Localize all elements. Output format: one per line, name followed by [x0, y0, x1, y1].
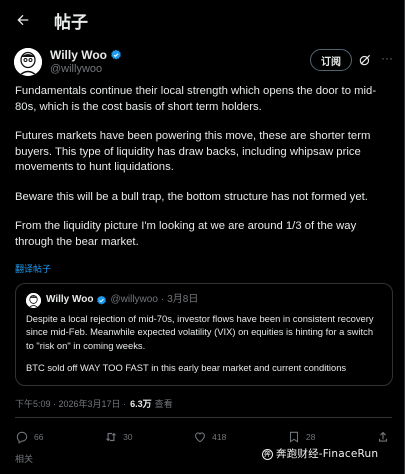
- quoted-author-handle: @willywoo: [110, 294, 158, 305]
- separator-dot: ·: [160, 294, 165, 305]
- post-timestamp[interactable]: 下午5:09 · 2026年3月17日 ·: [15, 397, 126, 410]
- avatar[interactable]: [14, 48, 42, 76]
- quoted-author-name: Willy Woo: [46, 294, 94, 305]
- divider: [15, 417, 392, 418]
- post-text: Fundamentals continue their local streng…: [15, 84, 393, 250]
- quoted-paragraph: BTC sold off WAY TOO FAST in this early …: [26, 362, 347, 374]
- bookmark-count: 28: [305, 432, 316, 442]
- like-button[interactable]: 418: [193, 430, 226, 444]
- author-names: Willy Woo @willywoo: [50, 48, 122, 76]
- author-name-line: Willy Woo: [50, 48, 122, 62]
- reply-button[interactable]: 66: [15, 430, 43, 444]
- watermark: 奔奔跑财经-FinaceRun: [262, 446, 378, 461]
- subscribe-button[interactable]: 订阅: [310, 49, 352, 71]
- avatar-face-icon: [26, 292, 41, 308]
- quoted-paragraph: Despite a local rejection of mid-70s, in…: [26, 313, 374, 351]
- page-header: 帖子: [0, 0, 404, 40]
- reply-count: 66: [34, 432, 44, 442]
- reply-icon: [16, 431, 28, 444]
- author-name[interactable]: Willy Woo: [50, 48, 107, 62]
- heart-icon: [195, 432, 206, 443]
- view-count: 6.3万: [130, 399, 152, 409]
- post-detail-panel: 帖子 Willy Woo @willywoo 订阅 ··· Fundamenta…: [0, 0, 405, 474]
- arrow-left-icon: [17, 14, 29, 26]
- quoted-post-date: 3月8日: [167, 294, 199, 305]
- page-title: 帖子: [54, 12, 88, 32]
- translate-post-link[interactable]: 翻译帖子: [15, 262, 51, 275]
- author-handle[interactable]: @willywoo: [50, 62, 122, 76]
- related-section-label: 相关: [15, 454, 34, 464]
- verified-badge-icon: [96, 295, 106, 305]
- bookmark-icon: [289, 431, 298, 443]
- back-button[interactable]: [12, 9, 34, 31]
- bookmark-button[interactable]: 28: [287, 430, 315, 444]
- verified-badge-icon: [111, 49, 121, 60]
- post-meta: 下午5:09 · 2026年3月17日 · 6.3万 查看: [15, 397, 173, 410]
- grok-icon[interactable]: [358, 53, 372, 67]
- more-options-icon[interactable]: ···: [380, 52, 394, 67]
- quoted-post[interactable]: Willy Woo @willywoo · 3月8日 Despite a loc…: [15, 283, 393, 386]
- quoted-post-text: Despite a local rejection of mid-70s, in…: [26, 312, 382, 375]
- watermark-logo-icon: 奔: [262, 449, 273, 460]
- watermark-text: 奔跑财经-FinaceRun: [276, 448, 379, 460]
- like-count: 418: [212, 432, 227, 442]
- avatar-face-icon: [14, 48, 42, 76]
- view-count-label: 查看: [154, 399, 173, 409]
- author-row: Willy Woo @willywoo 订阅 ···: [14, 46, 394, 78]
- post-paragraph: From the liquidity picture I'm looking a…: [15, 220, 357, 248]
- repost-button[interactable]: 30: [104, 430, 133, 444]
- action-bar: 66 30 418 28: [15, 428, 390, 446]
- quoted-avatar: [26, 292, 41, 308]
- repost-icon: [105, 432, 117, 442]
- share-icon: [378, 431, 388, 442]
- repost-count: 30: [123, 432, 133, 442]
- share-button[interactable]: [376, 430, 390, 444]
- post-paragraph: Futures markets have been powering this …: [15, 130, 371, 173]
- post-paragraph: Beware this will be a bull trap, the bot…: [15, 190, 368, 203]
- quoted-post-header: Willy Woo @willywoo · 3月8日: [26, 292, 382, 308]
- post-paragraph: Fundamentals continue their local streng…: [15, 85, 377, 113]
